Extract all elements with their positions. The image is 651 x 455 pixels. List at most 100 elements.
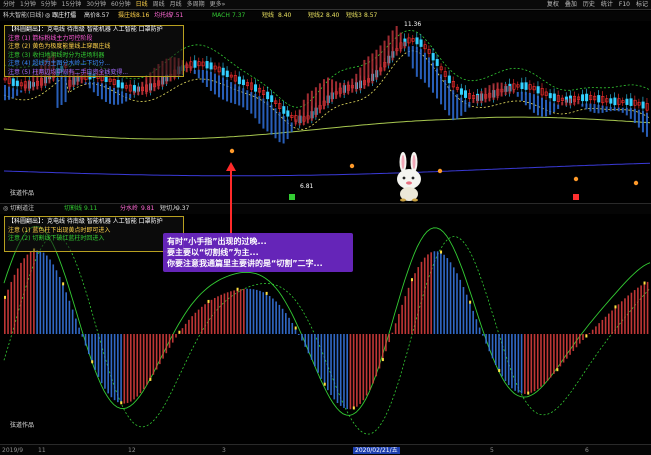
- main-histogram-bar: [625, 107, 628, 116]
- main-histogram-bar: [278, 112, 281, 143]
- cut-histogram-bar: [343, 334, 345, 408]
- main-histogram-bar: [411, 45, 414, 69]
- cut-histogram-bar: [465, 294, 468, 334]
- timeframe-tab[interactable]: 月线: [170, 1, 182, 9]
- cut-histogram-bar: [87, 334, 90, 355]
- candle-body: [520, 82, 524, 90]
- main-note-3: 注意 (3) 收扫地阴线时分为进场利器: [8, 51, 105, 59]
- main-histogram-bar: [4, 85, 7, 101]
- indicator-name[interactable]: ◎ 跟庄打擂: [45, 12, 76, 20]
- cut-histogram-bar: [281, 308, 284, 334]
- candle-body: [209, 62, 213, 70]
- caption-line-2: 要主要以“切割线”为主...: [167, 248, 259, 257]
- cut-histogram-bar: [26, 254, 29, 334]
- yellow-dot-icon: [207, 299, 210, 303]
- sell-signal-icon: [573, 194, 579, 200]
- date-cursor-label[interactable]: 2020/02/21/五: [353, 447, 400, 454]
- main-histogram-bar: [456, 94, 459, 120]
- cut-histogram-bar: [255, 289, 258, 334]
- candle-body: [225, 70, 229, 77]
- main-histogram-bar: [302, 99, 305, 126]
- main-notes-title: 【科圆翻出】：克电线 待南级 智能机器 人工智能 口罩防护: [8, 26, 163, 33]
- short-entry-value: 9.37: [176, 205, 190, 212]
- main-watermark: 弦道作品: [10, 190, 35, 197]
- cut-histogram-bar: [391, 332, 394, 334]
- main-price-chart[interactable]: 【科圆翻出】：克电线 待南级 智能机器 人工智能 口罩防护 注意 (1) 箭标粉…: [0, 21, 651, 202]
- timeframe-tab[interactable]: 更多»: [210, 1, 226, 9]
- cut-histogram-bar: [504, 334, 507, 382]
- main-histogram-bar: [448, 85, 451, 116]
- main-histogram-bar: [472, 99, 475, 103]
- main-histogram-bar: [557, 104, 560, 109]
- main-histogram-bar: [80, 76, 83, 84]
- signal-marker-icon: [437, 168, 443, 174]
- toolbar-button[interactable]: 叠加: [565, 1, 577, 9]
- cut-histogram-bar: [423, 257, 426, 334]
- main-histogram-bar: [436, 68, 439, 99]
- main-histogram-bar: [532, 94, 535, 113]
- cut-histogram-bar: [620, 301, 623, 334]
- main-note-4: 注意 (4) 超线为主图分水岭上下切分...: [8, 60, 111, 67]
- cut-histogram-bar: [181, 328, 184, 334]
- cut-histogram-bar: [71, 309, 74, 334]
- main-histogram-bar: [205, 70, 208, 87]
- timeframe-tabs: 分时 1分钟 5分钟 15分钟 30分钟 60分钟 日线 周线 月线 多周期 更多»: [3, 1, 225, 9]
- main-histogram-bar: [129, 94, 132, 99]
- cut-histogram-bar: [100, 334, 103, 384]
- toolbar-button[interactable]: 历史: [583, 1, 595, 9]
- toolbar-button[interactable]: F10: [619, 1, 630, 9]
- cut-histogram-bar: [339, 334, 342, 406]
- timeframe-tab[interactable]: 日线: [136, 1, 148, 9]
- toolbar-button[interactable]: 统计: [601, 1, 613, 9]
- main-note-1: 注意 (1) 箭标粉线主力可控阶段: [8, 34, 93, 42]
- cut-histogram-bar: [524, 334, 526, 394]
- timeframe-tab[interactable]: 60分钟: [111, 1, 131, 9]
- main-histogram-bar: [282, 115, 285, 144]
- cut-histogram-bar: [388, 334, 390, 343]
- candle-body: [548, 93, 552, 99]
- cut-histogram-bar: [572, 334, 575, 352]
- main-histogram-bar: [589, 103, 592, 112]
- main-histogram-bar: [28, 79, 31, 91]
- cut-histogram-bar: [407, 287, 410, 334]
- buy-label: 短线3: [346, 12, 362, 19]
- timeframe-tab[interactable]: 30分钟: [86, 1, 106, 9]
- cut-histogram-bar: [210, 299, 213, 334]
- cut-histogram-bar: [65, 292, 67, 334]
- chart-tools: 复权 叠加 历史 统计 F10 标记: [547, 1, 648, 9]
- stock-name[interactable]: 科大智能(日线): [3, 12, 44, 20]
- main-histogram-bar: [8, 86, 11, 100]
- cut-histogram-bar: [20, 262, 22, 334]
- toolbar-button[interactable]: 标记: [636, 1, 648, 9]
- main-histogram-bar: [355, 73, 358, 92]
- timeframe-tab[interactable]: 周线: [153, 1, 165, 9]
- short-label: 短线: [262, 12, 275, 19]
- cut-histogram-bar: [472, 310, 474, 334]
- cut-histogram-bar: [327, 334, 329, 391]
- sub-indicator-name[interactable]: ◎ 切割道注: [3, 205, 34, 213]
- cut-histogram-bar: [381, 334, 384, 361]
- timeframe-tab[interactable]: 5分钟: [41, 1, 57, 9]
- toolbar-button[interactable]: 复权: [547, 1, 559, 9]
- main-histogram-bar: [100, 83, 103, 100]
- timeframe-tab[interactable]: 1分钟: [20, 1, 36, 9]
- timeframe-tab[interactable]: 多周期: [187, 1, 205, 9]
- cut-histogram-bar: [643, 283, 646, 334]
- cut-histogram-bar: [204, 304, 206, 334]
- candle-body: [597, 95, 601, 103]
- cut-histogram-bar: [459, 279, 462, 334]
- yellow-dot-icon: [323, 382, 326, 386]
- candle-body: [524, 82, 528, 90]
- yellow-dot-icon: [440, 250, 443, 254]
- main-histogram-bar: [56, 77, 59, 108]
- cut-histogram-bar: [359, 334, 361, 404]
- high-label: 高价: [84, 12, 97, 19]
- main-histogram-bar: [193, 70, 196, 75]
- cut-histogram-bar: [233, 290, 235, 334]
- main-histogram-bar: [516, 91, 519, 97]
- yellow-dot-icon: [178, 330, 181, 334]
- timeframe-tab[interactable]: 15分钟: [62, 1, 82, 9]
- timeframe-tab[interactable]: 分时: [3, 1, 15, 9]
- cut-histogram-bar: [75, 318, 77, 334]
- yellow-dot-icon: [120, 401, 123, 405]
